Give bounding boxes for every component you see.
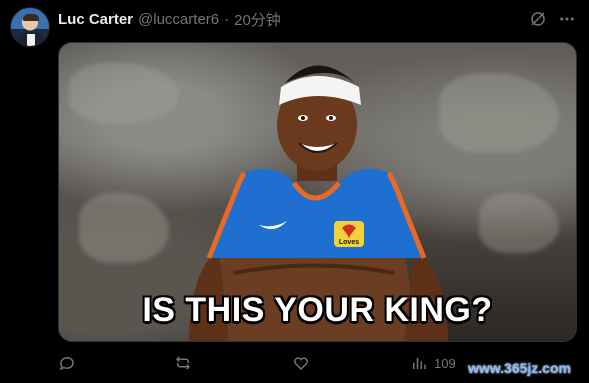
retweet-icon bbox=[175, 356, 191, 370]
watermark: www.365jz.com bbox=[468, 360, 571, 376]
grok-icon[interactable] bbox=[528, 9, 548, 29]
reply-icon bbox=[59, 356, 74, 371]
like-button[interactable] bbox=[292, 352, 310, 374]
jersey-logo-text: Loves bbox=[339, 239, 359, 246]
reply-button[interactable] bbox=[58, 352, 76, 374]
views-button[interactable]: 109 bbox=[410, 352, 456, 374]
tweet-media-image[interactable]: Loves IS THIS YOUR KING? bbox=[58, 42, 577, 342]
meme-caption: IS THIS YOUR KING? bbox=[142, 291, 493, 329]
tweet[interactable]: Luc Carter @luccarter6 · 20分钟 Loves IS T… bbox=[0, 0, 589, 383]
retweet-button[interactable] bbox=[174, 352, 192, 374]
avatar[interactable] bbox=[10, 7, 50, 47]
views-chart-icon bbox=[413, 357, 426, 369]
separator-dot: · bbox=[224, 11, 230, 28]
heart-icon bbox=[294, 357, 308, 371]
avatar-shirt bbox=[27, 34, 35, 46]
author-name[interactable]: Luc Carter bbox=[58, 11, 133, 28]
author-handle[interactable]: @luccarter6 bbox=[138, 11, 219, 28]
views-count: 109 bbox=[434, 355, 456, 371]
tweet-header: Luc Carter @luccarter6 · 20分钟 bbox=[58, 9, 281, 30]
avatar-hair bbox=[23, 14, 39, 21]
more-icon[interactable] bbox=[557, 9, 577, 29]
timestamp[interactable]: 20分钟 bbox=[234, 9, 281, 30]
